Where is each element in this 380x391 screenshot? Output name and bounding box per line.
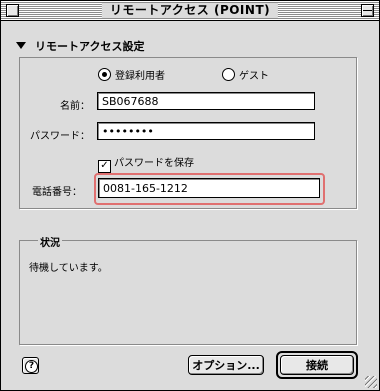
name-label: 名前： <box>60 101 90 112</box>
password-field[interactable] <box>97 122 315 140</box>
radio-registered-user[interactable]: 登録利用者 <box>98 67 165 82</box>
help-icon: ? <box>25 360 38 373</box>
radio-registered-label: 登録利用者 <box>115 71 165 82</box>
radio-button-selected[interactable] <box>98 68 111 81</box>
section-header[interactable]: リモートアクセス設定 <box>16 38 144 54</box>
close-box-icon[interactable] <box>6 4 19 17</box>
phone-label: 電話番号： <box>32 187 82 198</box>
save-password-label: パスワードを保存 <box>114 158 194 169</box>
radio-guest[interactable]: ゲスト <box>222 67 269 82</box>
radio-guest-label: ゲスト <box>239 71 269 82</box>
window-title: リモートアクセス (POINT) <box>101 3 279 18</box>
title-bar[interactable]: リモートアクセス (POINT) <box>1 1 379 21</box>
status-panel <box>19 240 357 345</box>
section-title: リモートアクセス設定 <box>35 40 145 53</box>
name-field[interactable] <box>97 92 315 110</box>
options-button[interactable]: オプション... <box>188 355 264 375</box>
checkbox-checked-icon[interactable]: ✓ <box>98 160 111 173</box>
password-label: パスワード： <box>30 131 90 142</box>
radio-button-unselected[interactable] <box>222 68 235 81</box>
collapse-box-icon[interactable] <box>361 4 374 17</box>
resize-grip-icon[interactable] <box>365 376 377 388</box>
disclosure-triangle-icon[interactable] <box>16 42 26 49</box>
connect-button[interactable]: 接続 <box>280 355 354 375</box>
save-password-checkbox[interactable]: ✓ パスワードを保存 <box>98 154 194 173</box>
status-title: 状況 <box>38 234 62 249</box>
phone-number-field[interactable] <box>98 178 320 198</box>
status-message: 待機しています。 <box>29 263 108 274</box>
help-button[interactable]: ? <box>22 357 39 374</box>
